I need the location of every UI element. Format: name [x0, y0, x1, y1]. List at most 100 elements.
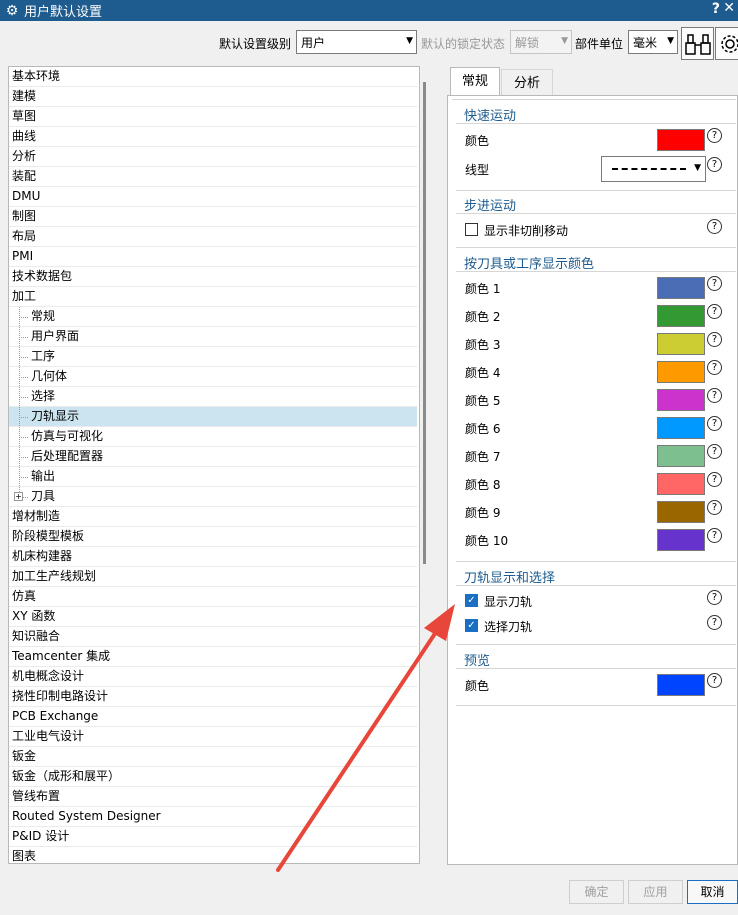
tree-subitem[interactable]: 工序	[9, 347, 417, 367]
help-icon[interactable]: ?	[707, 304, 722, 319]
tool-color-swatch[interactable]	[657, 333, 705, 355]
linetype-select[interactable]: ▼	[601, 156, 706, 182]
noncut-label: 显示非切削移动	[484, 224, 569, 238]
tree-item[interactable]: Routed System Designer	[9, 807, 417, 827]
tree-subitem[interactable]: 用户界面	[9, 327, 417, 347]
tree-item[interactable]: 工业电气设计	[9, 727, 417, 747]
unit-select[interactable]: 毫米 ▼	[628, 30, 678, 54]
help-icon[interactable]: ?	[707, 590, 722, 605]
tree-item[interactable]: 技术数据包	[9, 267, 417, 287]
settings-button[interactable]	[715, 27, 738, 60]
tool-color-swatch[interactable]	[657, 473, 705, 495]
help-icon[interactable]: ?	[707, 615, 722, 630]
tree-item[interactable]: 装配	[9, 167, 417, 187]
show-toolpath-checkbox[interactable]: ✓	[465, 594, 478, 607]
tree-item[interactable]: PCB Exchange	[9, 707, 417, 727]
help-icon[interactable]: ?	[707, 332, 722, 347]
rapid-color-swatch[interactable]	[657, 129, 705, 151]
help-icon[interactable]: ?	[707, 472, 722, 487]
category-tree[interactable]: 基本环境 建模 草图 曲线 分析 装配 DMU 制图 布局 PMI 技术数据包 …	[8, 66, 420, 864]
tree-item[interactable]: Teamcenter 集成	[9, 647, 417, 667]
apply-button[interactable]: 应用	[628, 880, 683, 904]
tree-item[interactable]: XY 函数	[9, 607, 417, 627]
tree-subitem-tools[interactable]: + 刀具	[9, 487, 417, 507]
tree-item-machining[interactable]: 加工	[9, 287, 417, 307]
help-icon[interactable]: ?	[707, 128, 722, 143]
tree-subitem[interactable]: 几何体	[9, 367, 417, 387]
lock-select: 解锁 ▼	[510, 30, 572, 54]
tool-color-swatch[interactable]	[657, 529, 705, 551]
lock-label: 默认的锁定状态	[421, 37, 506, 51]
tree-item[interactable]: 图表	[9, 847, 417, 863]
binoculars-icon	[684, 33, 711, 55]
tool-color-swatch[interactable]	[657, 277, 705, 299]
tree-item[interactable]: 加工生产线规划	[9, 567, 417, 587]
help-icon[interactable]: ?	[707, 219, 722, 234]
help-icon[interactable]: ?	[707, 528, 722, 543]
tree-item[interactable]: 建模	[9, 87, 417, 107]
expand-icon[interactable]: +	[14, 492, 23, 501]
tree-item[interactable]: 草图	[9, 107, 417, 127]
help-icon[interactable]: ?	[707, 388, 722, 403]
help-icon[interactable]: ?	[707, 276, 722, 291]
preview-color-swatch[interactable]	[657, 674, 705, 696]
tree-subitem[interactable]: 输出	[9, 467, 417, 487]
find-button[interactable]	[681, 27, 714, 60]
tree-item[interactable]: 曲线	[9, 127, 417, 147]
tree-item[interactable]: 增材制造	[9, 507, 417, 527]
section-rapid-title: 快速运动	[464, 109, 517, 124]
tree-item[interactable]: 机电概念设计	[9, 667, 417, 687]
tool-color-swatch[interactable]	[657, 361, 705, 383]
tree-subitem-toolpath-display[interactable]: 刀轨显示	[9, 407, 417, 427]
select-toolpath-checkbox[interactable]: ✓	[465, 619, 478, 632]
help-icon[interactable]: ?	[707, 360, 722, 375]
tool-color-swatch[interactable]	[657, 417, 705, 439]
tool-color-swatch[interactable]	[657, 305, 705, 327]
tree-subitem[interactable]: 选择	[9, 387, 417, 407]
help-icon[interactable]: ?	[707, 157, 722, 172]
level-label: 默认设置级别	[219, 37, 292, 51]
tree-subitem-label: 刀具	[31, 489, 56, 503]
help-icon[interactable]: ?	[707, 673, 722, 688]
help-button[interactable]: ?	[712, 1, 720, 17]
tree-subitem[interactable]: 仿真与可视化	[9, 427, 417, 447]
help-icon[interactable]: ?	[707, 444, 722, 459]
tree-item[interactable]: 知识融合	[9, 627, 417, 647]
tree-subitem[interactable]: 后处理配置器	[9, 447, 417, 467]
chevron-down-icon: ▼	[694, 163, 701, 173]
tool-color-swatch[interactable]	[657, 445, 705, 467]
tool-color-swatch[interactable]	[657, 389, 705, 411]
help-icon[interactable]: ?	[707, 500, 722, 515]
help-icon[interactable]: ?	[707, 416, 722, 431]
tree-item[interactable]: 基本环境	[9, 67, 417, 87]
section-toolpath-title: 刀轨显示和选择	[464, 571, 556, 586]
tree-item[interactable]: 布局	[9, 227, 417, 247]
level-select[interactable]: 用户 ▼	[296, 30, 417, 54]
noncut-checkbox[interactable]	[465, 223, 478, 236]
tree-item[interactable]: 阶段模型模板	[9, 527, 417, 547]
cancel-button[interactable]: 取消	[687, 880, 738, 904]
tree-item[interactable]: 管线布置	[9, 787, 417, 807]
tree-item[interactable]: 机床构建器	[9, 547, 417, 567]
close-button[interactable]: ✕	[723, 0, 735, 16]
tool-color-swatch[interactable]	[657, 501, 705, 523]
tree-item[interactable]: 仿真	[9, 587, 417, 607]
tree-item[interactable]: P&ID 设计	[9, 827, 417, 847]
tab-analysis[interactable]: 分析	[501, 69, 553, 96]
ok-button[interactable]: 确定	[569, 880, 624, 904]
tree-item[interactable]: 分析	[9, 147, 417, 167]
tree-scrollbar[interactable]	[423, 82, 426, 564]
tree-item[interactable]: PMI	[9, 247, 417, 267]
divider	[456, 190, 736, 191]
tree-item[interactable]: 钣金	[9, 747, 417, 767]
tool-color-label: 颜色 3	[465, 338, 501, 352]
tree-item[interactable]: DMU	[9, 187, 417, 207]
section-stepover-title: 步进运动	[464, 199, 517, 214]
tree-item[interactable]: 钣金（成形和展平）	[9, 767, 417, 787]
tree-item[interactable]: 制图	[9, 207, 417, 227]
tree-item[interactable]: 挠性印制电路设计	[9, 687, 417, 707]
tool-color-label: 颜色 5	[465, 394, 501, 408]
tool-color-label: 颜色 2	[465, 310, 501, 324]
tree-subitem[interactable]: 常规	[9, 307, 417, 327]
tab-general[interactable]: 常规	[450, 67, 500, 96]
